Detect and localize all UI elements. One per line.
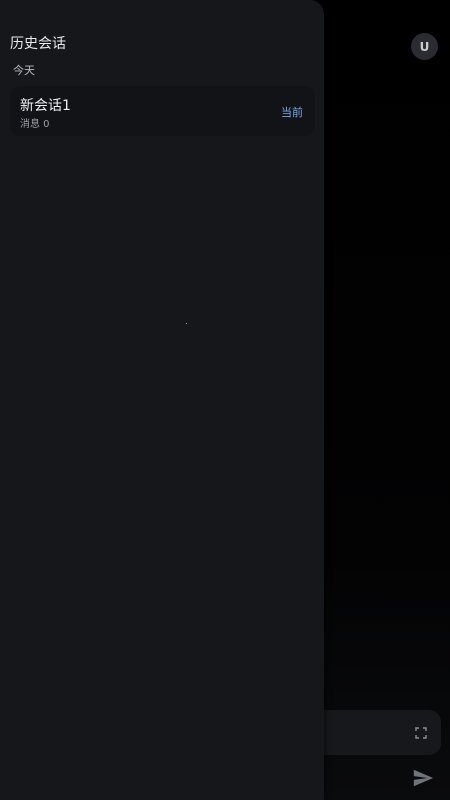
expand-icon[interactable] (414, 726, 428, 740)
app-screen: 下午 U 历史会话 今天 新会话1 消息 0 当前 (0, 0, 450, 800)
section-label-today: 今天 (13, 64, 35, 77)
session-title: 新会话1 (20, 98, 71, 114)
avatar-initial: U (419, 39, 430, 54)
drawer-title: 历史会话 (10, 36, 66, 52)
history-drawer: 历史会话 今天 新会话1 消息 0 当前 (0, 0, 324, 800)
session-item[interactable]: 新会话1 消息 0 当前 (10, 86, 315, 136)
decorative-dot (186, 323, 187, 324)
user-avatar-button[interactable]: U (411, 33, 438, 60)
send-icon[interactable] (412, 767, 434, 789)
current-session-badge: 当前 (281, 106, 303, 119)
session-message-count: 消息 0 (20, 119, 50, 130)
